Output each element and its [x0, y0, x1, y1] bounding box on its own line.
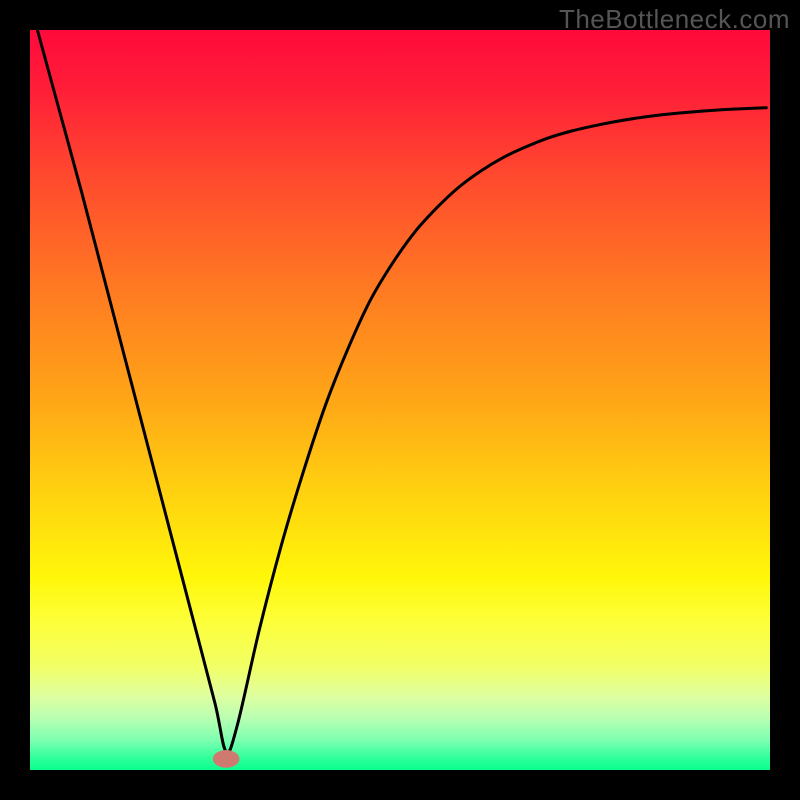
- plot-svg: [30, 30, 770, 770]
- gradient-background: [30, 30, 770, 770]
- plot-area: [30, 30, 770, 770]
- chart-frame: TheBottleneck.com: [0, 0, 800, 800]
- minimum-marker: [213, 750, 240, 768]
- watermark-text: TheBottleneck.com: [559, 4, 790, 35]
